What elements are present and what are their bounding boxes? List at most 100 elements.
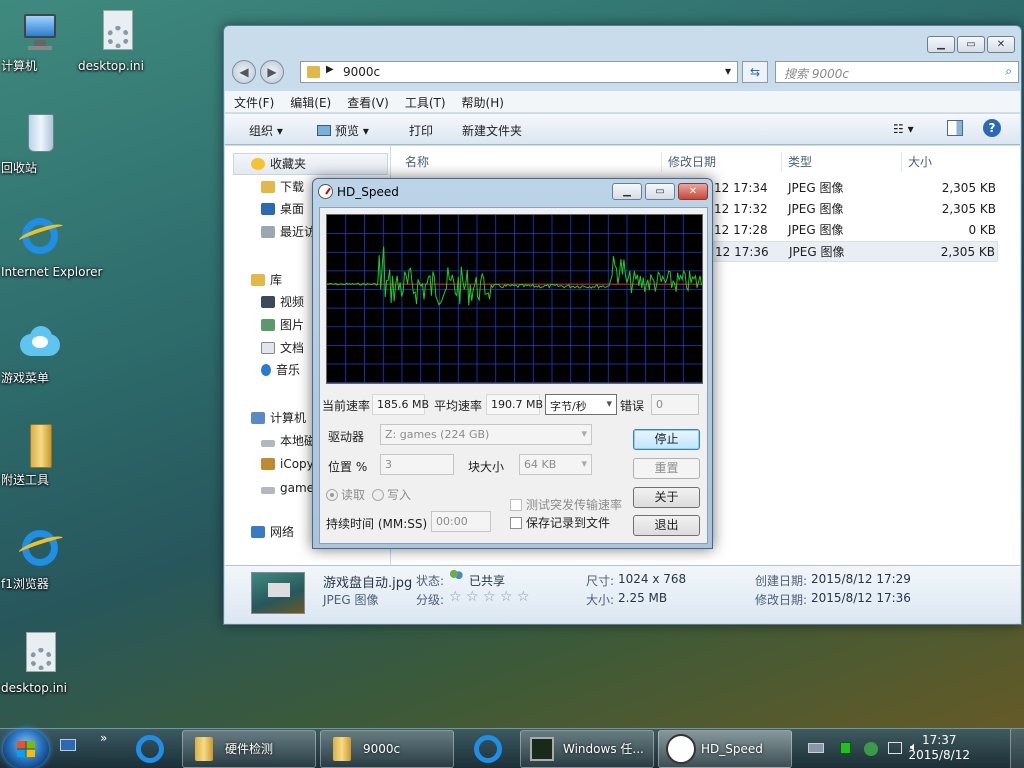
nav-local-disk[interactable]: 本地磁 — [261, 431, 316, 451]
organize-button[interactable]: 组织 ▾ — [249, 122, 283, 139]
nav-desktop[interactable]: 桌面 — [261, 199, 304, 219]
clock[interactable]: 17:37 2015/8/12 — [908, 733, 970, 763]
show-desktop-quicklaunch-icon[interactable] — [60, 739, 76, 751]
new-folder-button[interactable]: 新建文件夹 — [462, 122, 522, 139]
nav-music[interactable]: 音乐 — [261, 360, 300, 380]
quicklaunch-chevron-icon[interactable]: » — [100, 731, 107, 745]
exit-button[interactable]: 退出 — [633, 515, 700, 536]
address-bar[interactable]: ▶ 9000c ▾ — [300, 61, 738, 83]
write-radio[interactable]: 写入 — [372, 486, 411, 503]
desktop-icon-tools-folder[interactable]: 附送工具 — [1, 422, 79, 487]
nav-favorites[interactable]: 收藏夹 — [251, 154, 306, 174]
taskbar-ie-icon[interactable] — [136, 735, 164, 763]
drive-select[interactable]: Z: games (224 GB) — [380, 424, 592, 445]
nav-label: iCopy — [280, 457, 314, 471]
nav-label: 桌面 — [280, 202, 305, 216]
close-button[interactable]: ✕ — [987, 36, 1015, 53]
help-icon[interactable]: ? — [983, 119, 1001, 137]
speed-graph — [326, 214, 703, 384]
nav-games-drive[interactable]: game — [261, 478, 314, 498]
desktop-icon-computer[interactable]: 计算机 — [1, 8, 79, 73]
network-status-icon[interactable] — [864, 742, 878, 756]
column-header-size[interactable]: 大小 — [901, 152, 981, 172]
preview-label: 预览 — [335, 124, 360, 138]
start-button[interactable] — [3, 729, 49, 768]
desktop-icon-recycle-bin[interactable]: 回收站 — [1, 110, 79, 175]
minimize-button[interactable]: ▁ — [612, 183, 642, 200]
desktop-icon-label: 游戏菜单 — [1, 371, 50, 385]
recent-places-icon — [261, 226, 275, 238]
view-options-icon[interactable]: ☷ ▾ — [893, 122, 914, 136]
save-log-checkbox[interactable]: 保存记录到文件 — [510, 514, 610, 531]
refresh-button[interactable]: ⇆ — [742, 61, 768, 83]
about-button[interactable]: 关于 — [633, 487, 700, 508]
nav-icopy[interactable]: iCopy — [261, 454, 314, 474]
position-field[interactable]: 3 — [380, 454, 454, 475]
preview-button[interactable]: 预览 ▾ — [317, 122, 369, 139]
search-icon[interactable]: ⌕ — [1005, 64, 1012, 79]
maximize-button[interactable]: ▭ — [645, 183, 675, 200]
nav-documents[interactable]: 文档 — [261, 338, 304, 358]
task-hardware-detection[interactable]: 硬件检测 — [182, 730, 316, 768]
forward-button[interactable]: ▶ — [260, 60, 284, 84]
error-count-field: 0 — [651, 394, 699, 415]
address-text: 9000c — [343, 65, 381, 79]
search-input[interactable]: 搜索 9000c ⌕ — [775, 61, 1019, 83]
read-radio[interactable]: 读取 — [326, 486, 365, 503]
chevron-down-icon[interactable]: ▾ — [725, 64, 731, 78]
stop-button[interactable]: 停止 — [633, 429, 700, 450]
minimize-button[interactable]: ▁ — [927, 36, 955, 53]
file-type: JPEG 图像 — [788, 181, 844, 195]
reset-button[interactable]: 重置 — [633, 458, 700, 479]
duration-field[interactable]: 00:00 — [431, 511, 491, 532]
desktop-icon-internet-explorer[interactable]: Internet Explorer — [1, 214, 102, 279]
task-explorer-9000c[interactable]: 9000c — [320, 730, 454, 768]
nav-label: game — [280, 481, 315, 495]
column-header-name[interactable]: 名称 — [399, 152, 659, 172]
nav-downloads[interactable]: 下载 — [261, 177, 304, 197]
print-button[interactable]: 打印 — [409, 122, 433, 139]
menu-help[interactable]: 帮助(H) — [453, 91, 511, 111]
file-size: 2,305 KB — [941, 202, 996, 216]
task-hdspeed[interactable]: HD_Speed — [658, 730, 792, 768]
menu-file[interactable]: 文件(F) — [225, 91, 281, 111]
rate-unit-select[interactable]: 字节/秒 — [545, 394, 617, 415]
checkbox-indicator — [510, 499, 522, 511]
desktop-icon-desktop-ini-1[interactable]: desktop.ini — [78, 8, 156, 73]
column-header-date[interactable]: 修改日期 — [661, 152, 779, 172]
icopy-drive-icon — [261, 458, 275, 470]
file-date: 12 17:34 — [714, 181, 768, 195]
back-button[interactable]: ◀ — [232, 60, 256, 84]
cpu-meter-icon[interactable] — [840, 742, 851, 754]
taskbar-ie2-icon[interactable] — [474, 735, 502, 763]
column-header-type[interactable]: 类型 — [781, 152, 899, 172]
preview-pane-icon[interactable] — [947, 120, 963, 136]
nav-computer[interactable]: 计算机 — [251, 408, 306, 428]
close-button[interactable]: ✕ — [678, 183, 708, 200]
file-date: 12 17:28 — [714, 223, 768, 237]
menu-view[interactable]: 查看(V) — [338, 91, 396, 111]
block-size-select[interactable]: 64 KB — [519, 454, 592, 475]
display-icon[interactable] — [888, 742, 902, 754]
nav-recent[interactable]: 最近访 — [261, 222, 316, 242]
show-desktop-button[interactable] — [1010, 729, 1024, 768]
task-task-manager[interactable]: Windows 任... — [520, 730, 654, 768]
desktop-icon-label: desktop.ini — [1, 681, 67, 695]
rating-stars[interactable]: ☆ ☆ ☆ ☆ ☆ — [449, 589, 530, 605]
nav-libraries[interactable]: 库 — [251, 270, 282, 290]
menu-tools[interactable]: 工具(T) — [396, 91, 453, 111]
nav-network[interactable]: 网络 — [251, 522, 294, 542]
keyboard-icon[interactable] — [808, 743, 824, 753]
chevron-right-icon: ▶ — [326, 64, 334, 75]
desktop-icon-desktop-ini-2[interactable]: desktop.ini — [1, 630, 79, 695]
duration-label: 持续时间 (MM:SS) — [326, 517, 428, 531]
desktop-icon-game-menu[interactable]: 游戏菜单 — [1, 320, 79, 385]
menu-edit[interactable]: 编辑(E) — [281, 91, 338, 111]
nav-videos[interactable]: 视频 — [261, 292, 304, 312]
desktop-icon-f1-browser[interactable]: f1浏览器 — [1, 526, 79, 591]
maximize-button[interactable]: ▭ — [957, 36, 985, 53]
details-pane: 游戏盘自动.jpg JPEG 图像 状态: 已共享 分级: ☆ ☆ ☆ ☆ ☆ … — [225, 565, 1020, 623]
nav-pictures[interactable]: 图片 — [261, 315, 304, 335]
burst-rate-checkbox[interactable]: 测试突发传输速率 — [510, 496, 622, 513]
search-placeholder: 搜索 9000c — [784, 67, 849, 81]
